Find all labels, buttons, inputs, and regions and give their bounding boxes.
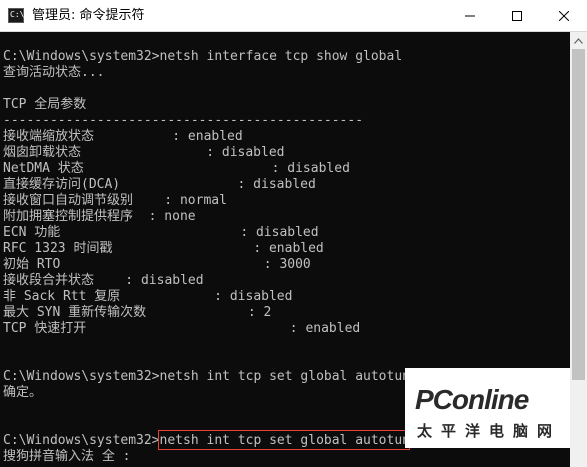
watermark-mark (525, 372, 565, 384)
console-line: 附加拥塞控制提供程序 : none (3, 209, 196, 224)
minimize-button[interactable] (447, 0, 493, 31)
console-line: ----------------------------------------… (3, 113, 364, 128)
console-line: TCP 快速打开 : enabled (3, 321, 361, 336)
watermark-logo: PConline (415, 384, 529, 415)
window-title: 管理员: 命令提示符 (32, 8, 145, 23)
console-line: 初始 RTO : 3000 (3, 257, 311, 272)
scroll-thumb[interactable] (572, 49, 585, 380)
console-line: 接收窗口自动调节级别 : normal (3, 193, 227, 208)
console-line: RFC 1323 时间戳 : enabled (3, 241, 324, 256)
title-bar[interactable]: C:\ 管理员: 命令提示符 (0, 0, 587, 32)
console-line: C:\Windows\system32>netsh interface tcp … (3, 49, 403, 64)
chevron-up-icon (574, 37, 583, 44)
scroll-up-button[interactable] (570, 32, 587, 49)
pconline-watermark: PConline 太平洋电脑网 (405, 368, 570, 448)
console-line: NetDMA 状态 : disabled (3, 161, 350, 176)
console-line: 烟囱卸载状态 : disabled (3, 145, 285, 160)
ime-status-line: 搜狗拼音输入法 全 : (3, 449, 131, 464)
console-line: TCP 全局参数 (3, 97, 87, 112)
console-line: 接收端缩放状态 : enabled (3, 129, 243, 144)
close-icon (559, 10, 569, 21)
command-highlight-box (158, 430, 410, 450)
console-line: ECN 功能 : disabled (3, 225, 319, 240)
console-line: 非 Sack Rtt 复原 : disabled (3, 289, 293, 304)
console-line: 最大 SYN 重新传输次数 : 2 (3, 305, 272, 320)
cmd-icon[interactable]: C:\ (8, 8, 24, 23)
vertical-scrollbar[interactable] (570, 32, 587, 467)
maximize-icon (512, 10, 522, 21)
console-line: 接收段合并状态 : disabled (3, 273, 204, 288)
maximize-button[interactable] (494, 0, 540, 31)
console-line: 直接缓存访问(DCA) : disabled (3, 177, 316, 192)
close-button[interactable] (541, 0, 587, 31)
console-line: 确定。 (3, 385, 43, 400)
console-line: 查询活动状态... (3, 65, 105, 80)
minimize-icon (465, 15, 475, 16)
watermark-subtitle: 太平洋电脑网 (417, 422, 562, 440)
